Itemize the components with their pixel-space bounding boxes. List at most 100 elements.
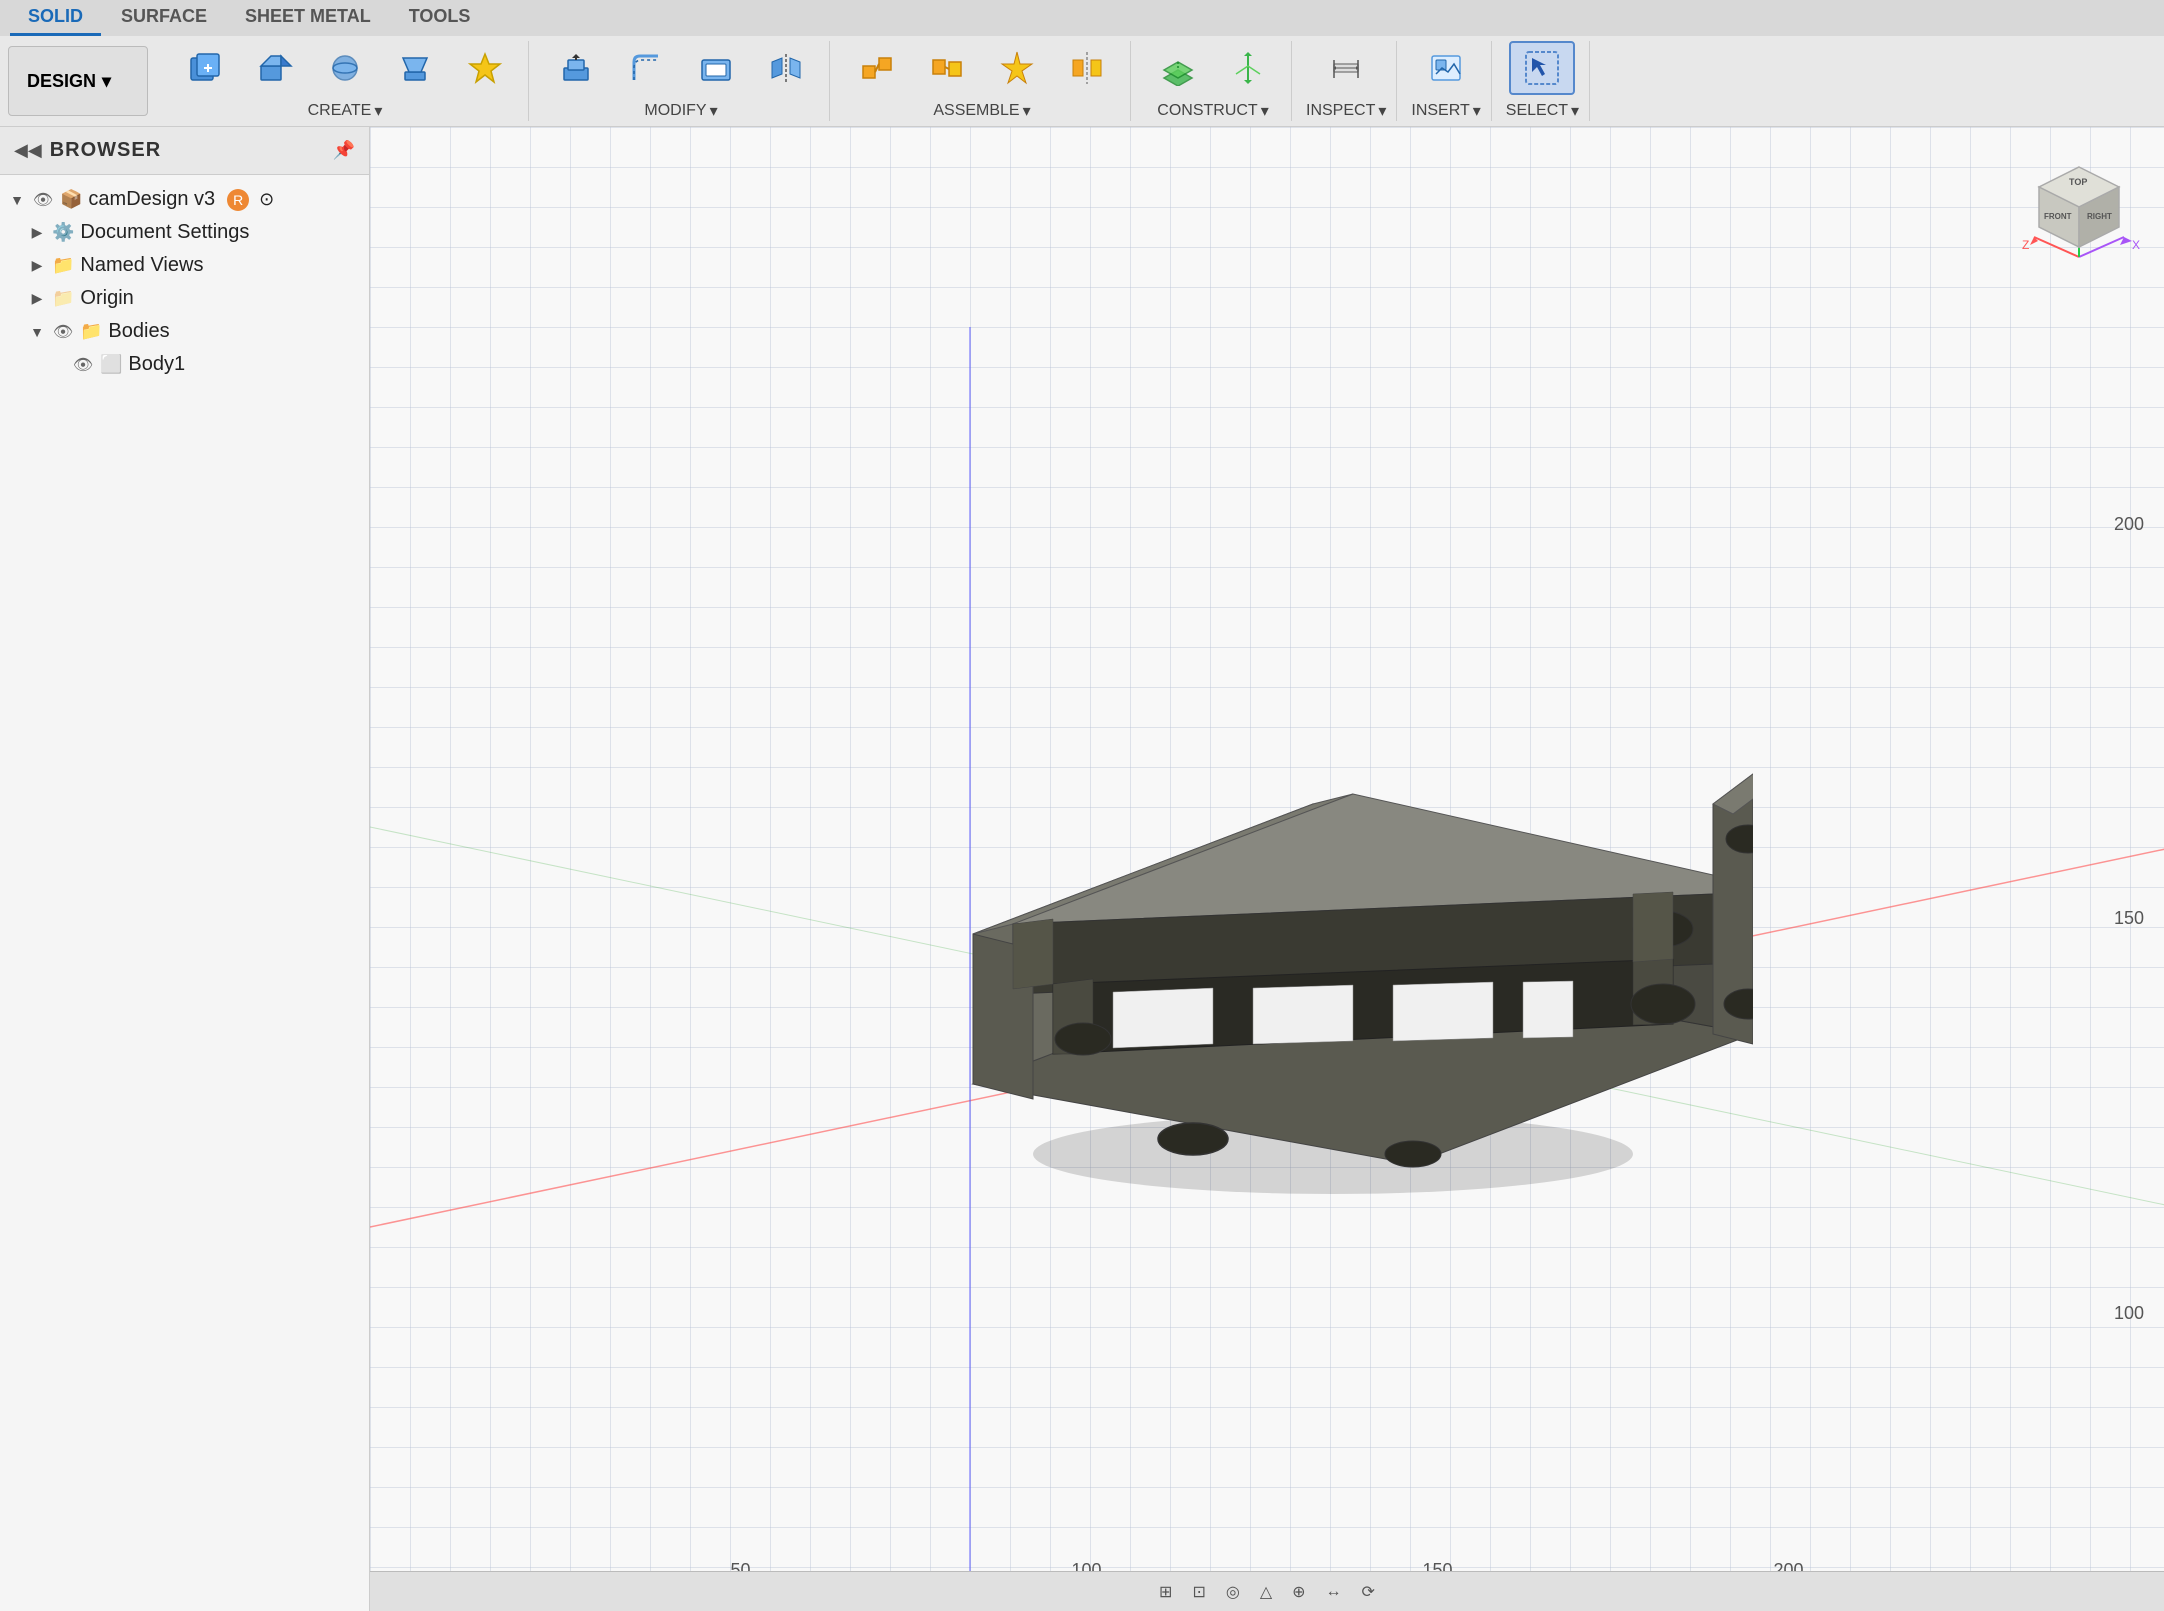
viewcube-svg: Z X TOP FRONT RIGHT [2014, 147, 2144, 277]
main-area: ◀◀ BROWSER 📌 ▼ 👁 📦 camDesign v3 R ⊙ ▶ ⚙️… [0, 127, 2164, 1611]
joint-button[interactable] [844, 41, 910, 95]
body1-eye[interactable]: 👁 [72, 354, 94, 376]
extrude-button[interactable] [242, 41, 308, 95]
assemble-label-row[interactable]: ASSEMBLE ▾ [933, 101, 1030, 121]
toolbar-tabs: SOLID SURFACE SHEET METAL TOOLS [0, 0, 2164, 36]
root-expand[interactable]: ▼ [8, 191, 26, 209]
tree-item-bodies[interactable]: ▼ 👁 📁 Bodies [20, 315, 369, 348]
sidebar-pin-button[interactable]: 📌 [333, 140, 355, 161]
select-arrow: ▾ [1571, 101, 1579, 121]
svg-text:TOP: TOP [2069, 177, 2087, 187]
create-arrow: ▾ [374, 101, 382, 121]
select-label-row[interactable]: SELECT ▾ [1506, 101, 1579, 121]
toolbar: SOLID SURFACE SHEET METAL TOOLS DESIGN ▾ [0, 0, 2164, 127]
tree-item-body1[interactable]: ▶ 👁 ⬜ Body1 [40, 348, 369, 381]
design-label: DESIGN [27, 71, 96, 92]
construct-label: CONSTRUCT [1157, 102, 1257, 120]
inspect-arrow: ▾ [1378, 101, 1386, 121]
ruler-r150: 150 [2114, 908, 2144, 929]
insert-label: INSERT [1411, 102, 1469, 120]
status-icon-4[interactable]: △ [1260, 1582, 1272, 1602]
viewcube[interactable]: Z X TOP FRONT RIGHT [2014, 147, 2144, 277]
tree-item-named-views[interactable]: ▶ 📁 Named Views [20, 249, 369, 282]
inspect-group: INSPECT ▾ [1296, 41, 1397, 121]
tab-tools[interactable]: TOOLS [391, 0, 489, 36]
root-eye[interactable]: 👁 [32, 189, 54, 211]
root-badge: R [227, 189, 249, 211]
tab-surface[interactable]: SURFACE [103, 0, 225, 36]
shell-button[interactable] [683, 41, 749, 95]
root-label: camDesign v3 [88, 188, 215, 211]
bodies-label: Bodies [108, 320, 169, 343]
viewport[interactable]: Z X TOP FRONT RIGHT 50 [370, 127, 2164, 1611]
status-icon-1[interactable]: ⊞ [1159, 1582, 1172, 1602]
assemble-arrow: ▾ [1023, 101, 1031, 121]
svg-text:RIGHT: RIGHT [2087, 212, 2112, 221]
create-group: CREATE ▾ [162, 41, 529, 121]
origin-expand[interactable]: ▶ [28, 290, 46, 308]
construct-buttons [1145, 41, 1281, 95]
insert-arrow: ▾ [1473, 101, 1481, 121]
tab-solid[interactable]: SOLID [10, 0, 101, 36]
sidebar-collapse-button[interactable]: ◀◀ [14, 140, 42, 161]
select-button[interactable] [1509, 41, 1575, 95]
named-views-expand[interactable]: ▶ [28, 257, 46, 275]
asbuilt-joint-button[interactable] [914, 41, 980, 95]
tree-item-origin[interactable]: ▶ 📁 Origin [20, 282, 369, 315]
doc-settings-expand[interactable]: ▶ [28, 224, 46, 242]
status-icon-3[interactable]: ◎ [1226, 1582, 1240, 1602]
select-group: SELECT ▾ [1496, 41, 1590, 121]
insert-canvas-button[interactable] [1413, 41, 1479, 95]
svg-text:FRONT: FRONT [2044, 212, 2072, 221]
status-icon-6[interactable]: ↔ [1326, 1583, 1342, 1601]
ruler-r100: 100 [2114, 1303, 2144, 1324]
body1-label: Body1 [128, 353, 185, 376]
assemble-group: ASSEMBLE ▾ [834, 41, 1131, 121]
loft-button[interactable] [382, 41, 448, 95]
design-dropdown[interactable]: DESIGN ▾ [8, 46, 148, 116]
motion-link-button[interactable] [984, 41, 1050, 95]
3d-model [853, 544, 1753, 1194]
fillet-button[interactable] [613, 41, 679, 95]
svg-text:Z: Z [2022, 238, 2029, 252]
new-component-button[interactable] [172, 41, 238, 95]
measure-button[interactable] [1313, 41, 1379, 95]
sidebar: ◀◀ BROWSER 📌 ▼ 👁 📦 camDesign v3 R ⊙ ▶ ⚙️… [0, 127, 370, 1611]
status-icon-2[interactable]: ⊡ [1192, 1582, 1205, 1602]
tree-item-doc-settings[interactable]: ▶ ⚙️ Document Settings [20, 216, 369, 249]
create-label-row[interactable]: CREATE ▾ [308, 101, 383, 121]
design-dropdown-arrow: ▾ [102, 71, 111, 92]
revolve-button[interactable] [312, 41, 378, 95]
status-icon-5[interactable]: ⊕ [1292, 1582, 1305, 1602]
axis-button[interactable] [1215, 41, 1281, 95]
create-label: CREATE [308, 102, 372, 120]
insert-label-row[interactable]: INSERT ▾ [1411, 101, 1480, 121]
inspect-label: INSPECT [1306, 102, 1375, 120]
offset-plane-button[interactable] [1145, 41, 1211, 95]
inspect-buttons [1313, 41, 1379, 95]
ruler-right: 200 150 100 [2114, 327, 2144, 1511]
tree-item-root[interactable]: ▼ 👁 📦 camDesign v3 R ⊙ [0, 183, 369, 216]
statusbar: ⊞ ⊡ ◎ △ ⊕ ↔ ⟳ [370, 1571, 2164, 1611]
root-extra-icon: ⊙ [259, 189, 274, 210]
modify-label-row[interactable]: MODIFY ▾ [644, 101, 717, 121]
browser-tree: ▼ 👁 📦 camDesign v3 R ⊙ ▶ ⚙️ Document Set… [0, 175, 369, 1611]
named-views-label: Named Views [80, 254, 203, 277]
push-pull-button[interactable] [543, 41, 609, 95]
bodies-eye[interactable]: 👁 [52, 321, 74, 343]
inspect-label-row[interactable]: INSPECT ▾ [1306, 101, 1386, 121]
bodies-expand[interactable]: ▼ [28, 323, 46, 341]
modify-group: MODIFY ▾ [533, 41, 830, 121]
construct-label-row[interactable]: CONSTRUCT ▾ [1157, 101, 1268, 121]
status-icon-7[interactable]: ⟳ [1362, 1582, 1375, 1602]
mirror-button[interactable] [753, 41, 819, 95]
select-buttons [1509, 41, 1575, 95]
toolbar-buttons: DESIGN ▾ [0, 36, 2164, 126]
special-button[interactable] [452, 41, 518, 95]
insert-buttons [1413, 41, 1479, 95]
modify-buttons [543, 41, 819, 95]
mirror-component-button[interactable] [1054, 41, 1120, 95]
assemble-buttons [844, 41, 1120, 95]
model-container [853, 544, 1753, 1194]
tab-sheetmetal[interactable]: SHEET METAL [227, 0, 389, 36]
